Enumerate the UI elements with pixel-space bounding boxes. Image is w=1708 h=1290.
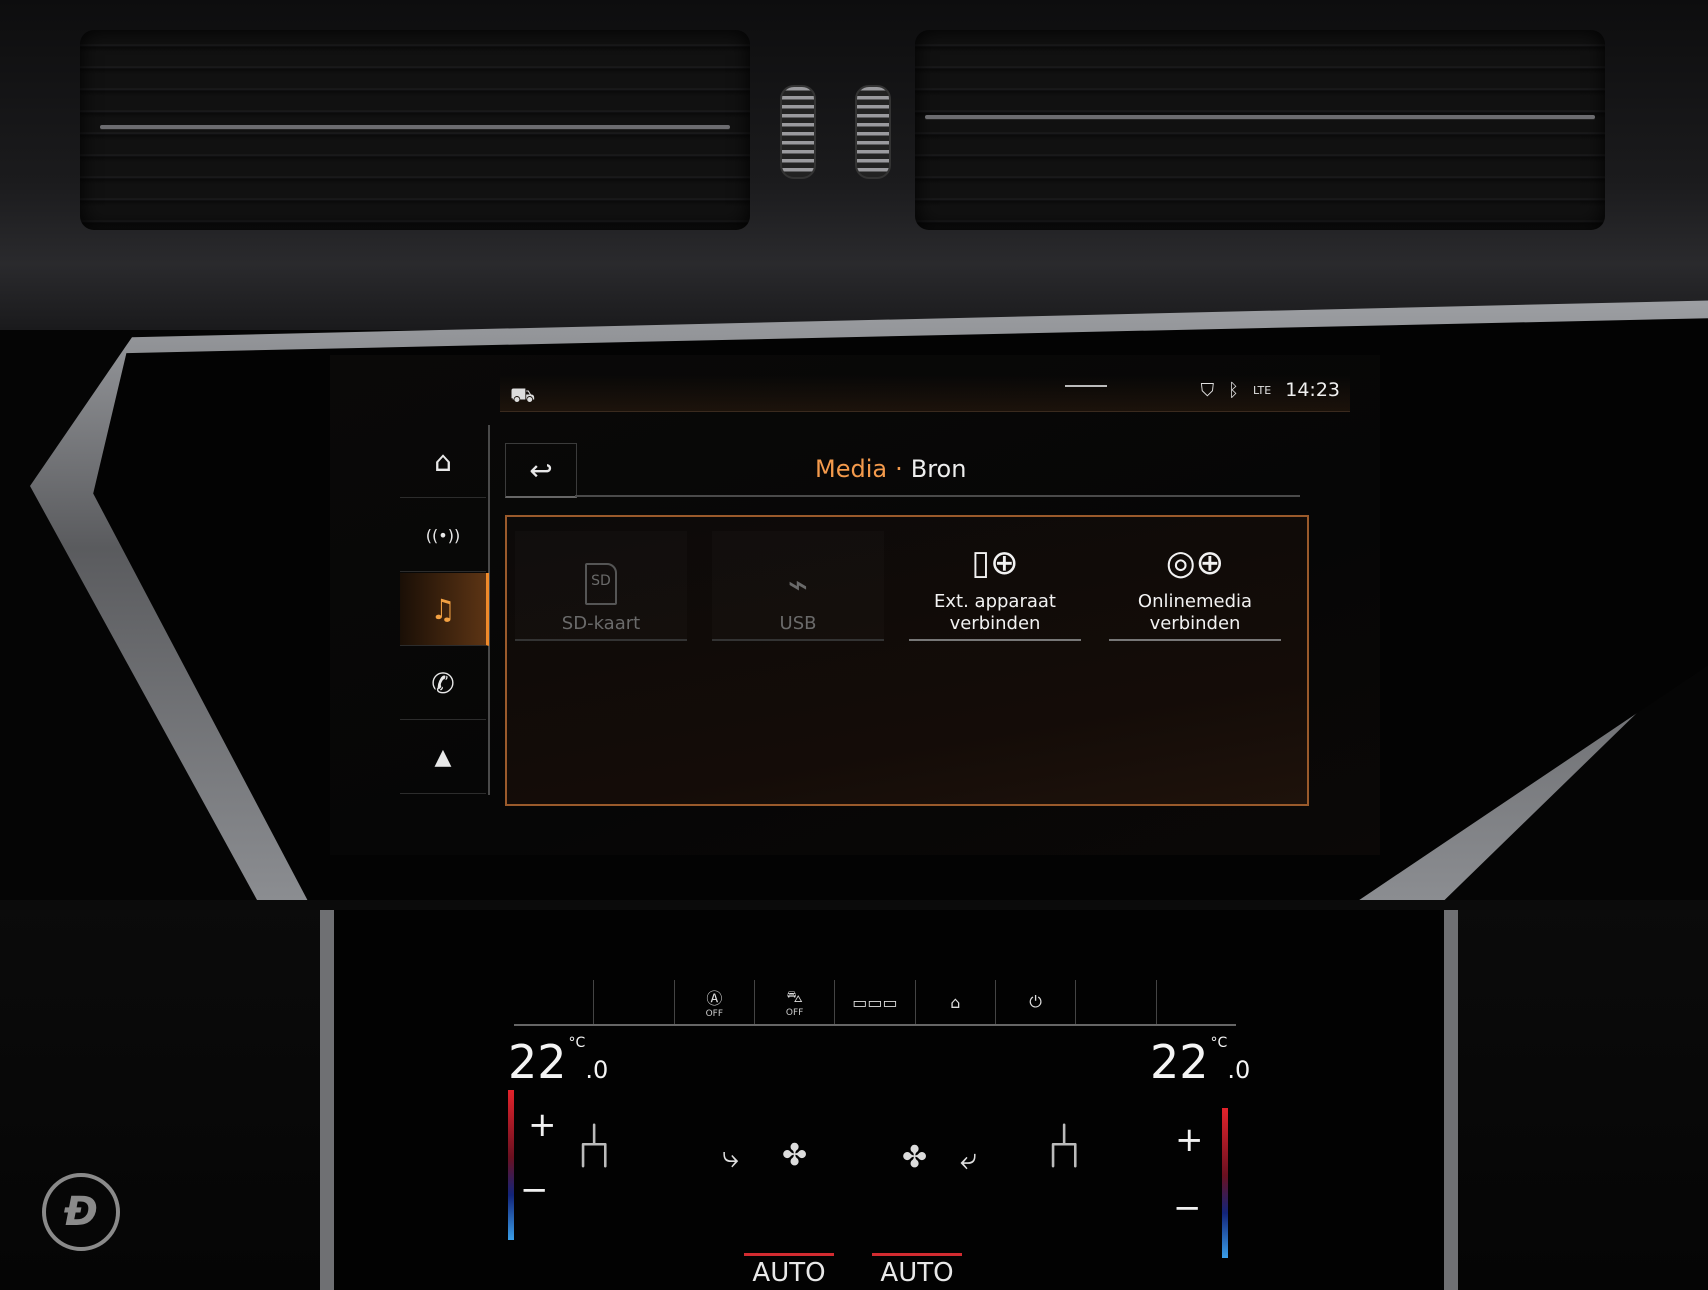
sidebar-item-media[interactable]: ♫ [400,573,489,646]
temperature-bar-right[interactable] [1222,1108,1228,1258]
rear-climate-icon: ⌂ [950,992,961,1012]
tile-label-line2: verbinden [949,613,1041,634]
back-button[interactable]: ↩ [505,443,577,498]
auto-left-button[interactable]: AUTO [744,1253,834,1288]
power-icon: ⏻ [1029,992,1042,1011]
climate-power-button[interactable]: ⏻ [996,980,1077,1024]
auto-off-button[interactable]: Ⓐ OFF [675,980,755,1024]
tile-label: USB [779,613,817,634]
temp-left-increase-button[interactable]: + [528,1105,557,1145]
seat-left-icon[interactable]: ⑃ [575,1110,613,1184]
tile-connect-external-device[interactable]: ▯⊕ Ext. apparaat verbinden [909,531,1081,641]
climate-control-screen: Ⓐ OFF ⛍ OFF ▭▭▭ ⌂ ⏻ 22 °C.0 22 °C.0 + − + … [500,980,1260,1288]
air-vent-right [915,30,1605,230]
vent-knob-left[interactable] [780,85,816,179]
fan-right-icon[interactable]: ✤ [902,1140,927,1175]
vent-knob-right[interactable] [855,85,891,179]
temp-left-value: 22 [508,1035,567,1089]
auto-off-icon: Ⓐ [706,989,723,1008]
phone-add-icon: ▯⊕ [971,543,1019,583]
sd-card-icon: SD [585,563,617,605]
climate-empty-slot [1076,980,1157,1024]
rear-climate-button[interactable]: ⌂ [916,980,996,1024]
location-shield-icon: ⛉ [1200,379,1215,401]
airflow-right-icon[interactable]: ⤶ [960,1142,977,1177]
temp-left-decimal: .0 [585,1056,609,1084]
home-icon: ⌂ [434,444,452,478]
temp-left-decrease-button[interactable]: − [520,1170,549,1210]
breadcrumb-bron: Bron [910,455,967,483]
tile-label-line1: Onlinemedia [1137,591,1253,612]
seat-right-icon[interactable]: ⑃ [1045,1110,1083,1184]
recirculation-off-button[interactable]: ⛍ OFF [755,980,836,1024]
sidebar-item-navigation[interactable]: ▲ [400,721,486,794]
radio-icon: ((•)) [425,525,461,545]
temp-right-decrease-button[interactable]: − [1173,1188,1202,1228]
tile-sd-card[interactable]: SD SD-kaart [515,531,687,641]
temp-unit: °C [568,1035,586,1051]
bluetooth-icon: ᛒ [1228,379,1239,401]
back-arrow-icon: ↩ [529,453,553,487]
status-icons: ⛉ ᛒ LTE 14:23 [1201,379,1340,401]
breadcrumb-separator: · [895,455,903,483]
off-label: OFF [705,1009,724,1019]
off-label: OFF [785,1007,804,1018]
car-icon[interactable]: ⛟ [510,383,535,410]
sidebar-item-home[interactable]: ⌂ [400,425,486,498]
usb-icon: ⌁ [787,565,809,605]
sidebar-item-radio[interactable]: ((•)) [400,499,486,572]
tile-usb[interactable]: ⌁ USB [712,531,884,641]
temp-right-value: 22 [1150,1035,1209,1089]
temperature-bar-left[interactable] [508,1090,514,1240]
climate-empty-slot [1157,980,1236,1024]
temperature-left: 22 °C .0 [508,1035,608,1089]
clock: 14:23 [1285,379,1340,401]
rear-defrost-button[interactable]: ▭▭▭ [835,980,916,1024]
phone-icon: ✆ [431,666,455,700]
tile-label-line2: verbinden [1149,613,1241,634]
breadcrumb: Media · Bron [815,455,966,483]
airflow-left-icon[interactable]: ⤷ [722,1140,739,1175]
status-bar: ⛟ ⛉ ᛒ LTE 14:23 [500,375,1350,412]
sidebar-item-phone[interactable]: ✆ [400,647,486,720]
rear-defrost-icon: ▭▭▭ [852,992,898,1012]
mmi-screen: ⛟ ⛉ ᛒ LTE 14:23 ⌂ ((•)) ♫ ✆ ▲ ↩ Media · Br… [330,355,1380,855]
temp-right-increase-button[interactable]: + [1175,1120,1204,1160]
vent-vane [925,115,1595,119]
watermark-logo: Đ [42,1173,120,1251]
navigation-arrow-icon: ▲ [434,744,452,770]
vent-vane [100,125,730,129]
auto-right-button[interactable]: AUTO [872,1253,962,1288]
online-media-add-icon: ◎⊕ [1165,543,1225,583]
fan-left-icon[interactable]: ✤ [782,1138,807,1173]
climate-toolbar: Ⓐ OFF ⛍ OFF ▭▭▭ ⌂ ⏻ [514,980,1236,1026]
header-divider [575,495,1300,497]
pull-down-handle[interactable] [1065,385,1107,387]
temp-unit: °C [1210,1035,1228,1051]
lte-signal-icon: LTE [1252,383,1272,397]
temp-right-decimal: .0 [1227,1056,1251,1084]
recirculation-off-icon: ⛍ [786,986,803,1006]
climate-empty-slot [594,980,675,1024]
air-vent-left [80,30,750,230]
main-menu-sidebar: ⌂ ((•)) ♫ ✆ ▲ [400,425,490,795]
tile-label: SD-kaart [561,613,641,634]
tile-connect-online-media[interactable]: ◎⊕ Onlinemedia verbinden [1109,531,1281,641]
climate-empty-slot [514,980,595,1024]
temperature-right: 22 °C .0 [1150,1035,1250,1089]
source-selection-panel: SD SD-kaart ⌁ USB ▯⊕ Ext. apparaat verbi… [505,515,1309,806]
dashboard-upper [0,0,1708,330]
music-note-icon: ♫ [430,592,456,626]
breadcrumb-media[interactable]: Media [815,455,887,483]
tile-label-line1: Ext. apparaat [934,591,1056,612]
